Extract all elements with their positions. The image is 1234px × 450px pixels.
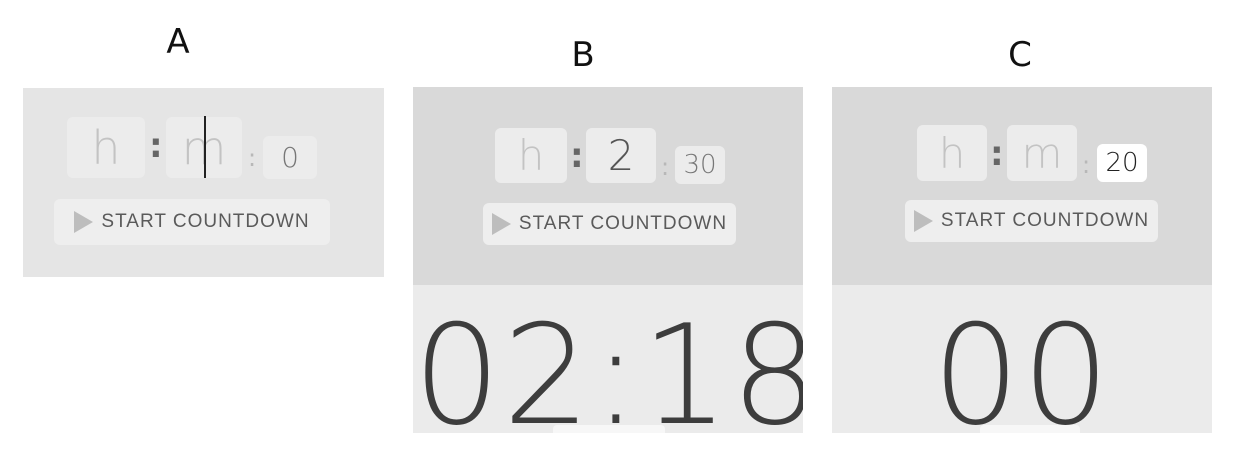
colon-separator: : — [570, 136, 584, 176]
start-countdown-button[interactable]: START COUNTDOWN — [905, 200, 1158, 242]
play-icon — [74, 211, 94, 233]
start-button-label: START COUNTDOWN — [101, 211, 310, 232]
readout-tab — [553, 425, 665, 433]
timer-panel-c: h : m : 20 START COUNTDOWN 00 — [832, 87, 1212, 433]
countdown-readout: 00 — [932, 295, 1112, 434]
hours-placeholder: h — [91, 120, 121, 175]
seconds-input[interactable]: 30 — [675, 146, 725, 184]
minutes-input[interactable]: 2 — [586, 128, 656, 183]
countdown-display: 02:18 — [413, 285, 803, 433]
seconds-value: 20 — [1105, 148, 1139, 178]
colon-separator: : — [1082, 151, 1091, 179]
start-button-label: START COUNTDOWN — [940, 210, 1150, 231]
minutes-input[interactable]: m — [1007, 125, 1077, 181]
start-button-label: START COUNTDOWN — [518, 213, 728, 234]
start-countdown-button[interactable]: START COUNTDOWN — [483, 203, 736, 245]
timer-input-area: h : m : 20 START COUNTDOWN — [832, 87, 1212, 285]
timer-panel-b: h : 2 : 30 START COUNTDOWN 02:18 — [413, 87, 803, 433]
timer-panel-a: h : m : 0 START COUNTDOWN — [23, 88, 384, 277]
countdown-readout: 02:18 — [413, 295, 803, 434]
timer-input-area: h : m : 0 START COUNTDOWN — [23, 88, 384, 277]
seconds-value: 0 — [281, 141, 299, 174]
hours-input[interactable]: h — [495, 128, 567, 183]
panel-label-b: B — [571, 35, 595, 75]
play-icon — [913, 210, 933, 232]
countdown-display: 00 — [832, 285, 1212, 433]
colon-separator: : — [990, 134, 1004, 174]
colon-separator: : — [661, 153, 670, 181]
start-countdown-button[interactable]: START COUNTDOWN — [54, 199, 330, 245]
timer-input-area: h : 2 : 30 START COUNTDOWN — [413, 87, 803, 285]
panel-label-c: C — [1008, 35, 1032, 75]
hours-placeholder: h — [517, 131, 545, 180]
hours-input[interactable]: h — [67, 117, 145, 178]
minutes-value: 2 — [607, 131, 635, 180]
readout-tab — [980, 425, 1080, 433]
panel-label-a: A — [166, 22, 190, 62]
colon-separator: : — [248, 144, 257, 172]
hours-input[interactable]: h — [917, 125, 987, 181]
play-icon — [491, 213, 511, 235]
text-cursor — [204, 116, 206, 178]
minutes-placeholder: m — [1021, 128, 1063, 178]
seconds-input[interactable]: 20 — [1097, 144, 1147, 182]
seconds-input[interactable]: 0 — [263, 136, 317, 179]
colon-separator: : — [149, 126, 163, 166]
seconds-value: 30 — [683, 150, 717, 180]
hours-placeholder: h — [938, 128, 966, 178]
